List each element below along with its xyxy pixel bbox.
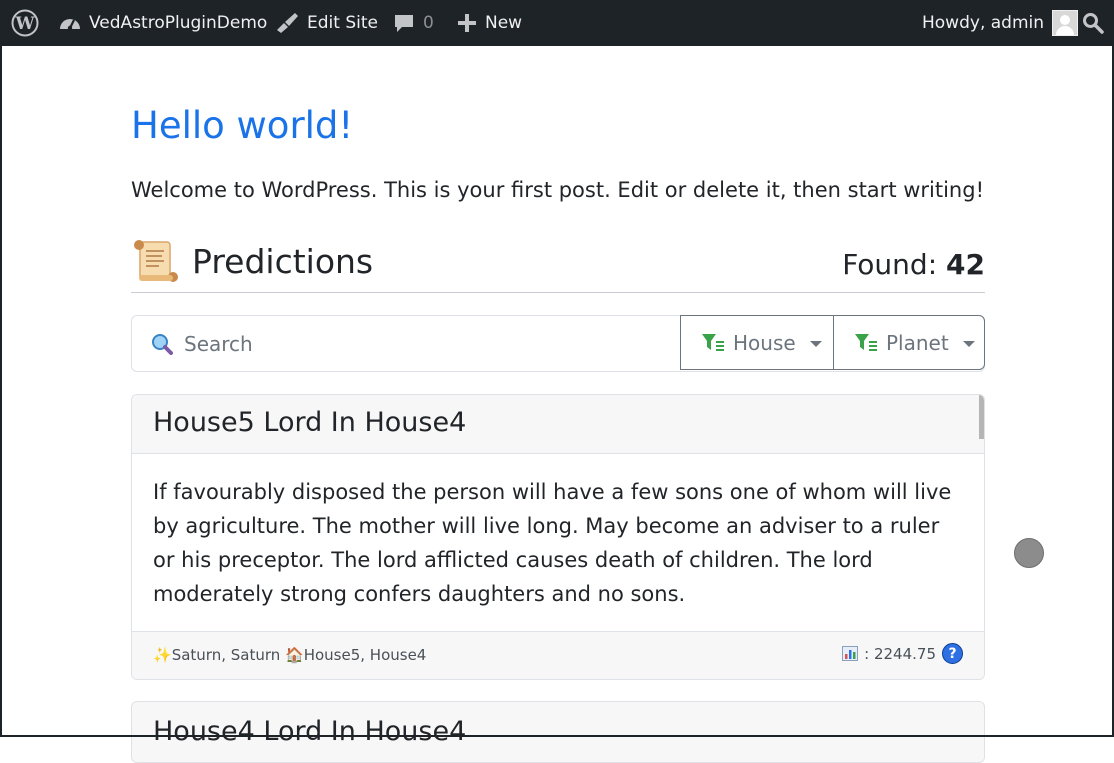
scroll-indicator[interactable] [1014,538,1044,568]
found-count: Found: 42 [842,248,985,281]
post-title[interactable]: Hello world! [131,104,353,147]
predictions-header: Predictions Found: 42 [131,234,985,293]
dashboard-icon [60,19,80,31]
scroll-icon [134,240,178,282]
search-box [132,316,680,371]
comment-icon [395,15,413,32]
comments-link[interactable]: 0 [393,0,434,46]
planet-filter-dropdown[interactable]: Planet [833,315,985,370]
filter-bar: House Planet [131,315,985,372]
filter-icon [702,333,724,351]
brush-icon [277,13,298,33]
wordpress-logo-icon: W [11,9,39,37]
new-content-link[interactable]: New [457,0,522,46]
score-value: : 2244.75 [864,644,936,663]
plus-icon [458,14,476,32]
svg-text:W: W [14,14,35,34]
related-planets: Saturn, Saturn [171,646,281,664]
comments-count: 0 [423,13,434,33]
prediction-card: House4 Lord In House4 [131,701,985,763]
house-icon: 🏠 [285,646,304,664]
chevron-down-icon [809,340,822,347]
search-input[interactable] [182,330,656,357]
magnifier-icon [152,333,173,355]
edit-site-link[interactable]: Edit Site [275,0,378,46]
found-label: Found: [842,248,938,281]
predictions-title: Predictions [192,242,374,281]
prediction-tags: ✨Saturn, Saturn 🏠House5, House4 [153,646,426,664]
my-account-link[interactable]: Howdy, admin [922,0,1079,46]
prediction-description: If favourably disposed the person will h… [153,480,952,606]
filter-icon [855,333,877,351]
admin-search-button[interactable] [1082,0,1104,46]
help-icon[interactable]: ? [942,643,963,664]
prediction-card-footer: ✨Saturn, Saturn 🏠House5, House4 : 2244.7… [132,631,984,679]
edit-site-label: Edit Site [307,13,378,33]
bar-chart-icon [842,646,859,661]
new-label: New [485,13,523,33]
chevron-down-icon [962,340,975,347]
house-filter-dropdown[interactable]: House [680,315,834,370]
card-scrollbar[interactable] [979,395,984,439]
planet-filter-label: Planet [886,330,949,355]
site-name-link[interactable]: VedAstroPluginDemo [59,0,267,46]
search-icon [1083,13,1104,34]
avatar [1052,10,1079,36]
post-text: Welcome to WordPress. This is your first… [131,178,984,202]
found-number: 42 [946,248,985,281]
related-houses: House5, House4 [303,646,427,664]
site-name-label: VedAstroPluginDemo [89,13,268,33]
wordpress-logo-button[interactable]: W [11,0,39,46]
prediction-title: House4 Lord In House4 [153,716,467,747]
prediction-score: : 2244.75 ? [842,643,963,664]
howdy-label: Howdy, admin [922,13,1045,33]
admin-bar: W VedAstroPluginDemo Edit Site 0 New How… [0,0,1114,46]
prediction-title: House5 Lord In House4 [153,407,467,438]
house-filter-label: House [733,330,796,355]
prediction-card: House5 Lord In House4 If favourably disp… [131,394,985,680]
sparkles-icon: ✨ [153,646,172,664]
prediction-card-header: House5 Lord In House4 [132,395,984,454]
